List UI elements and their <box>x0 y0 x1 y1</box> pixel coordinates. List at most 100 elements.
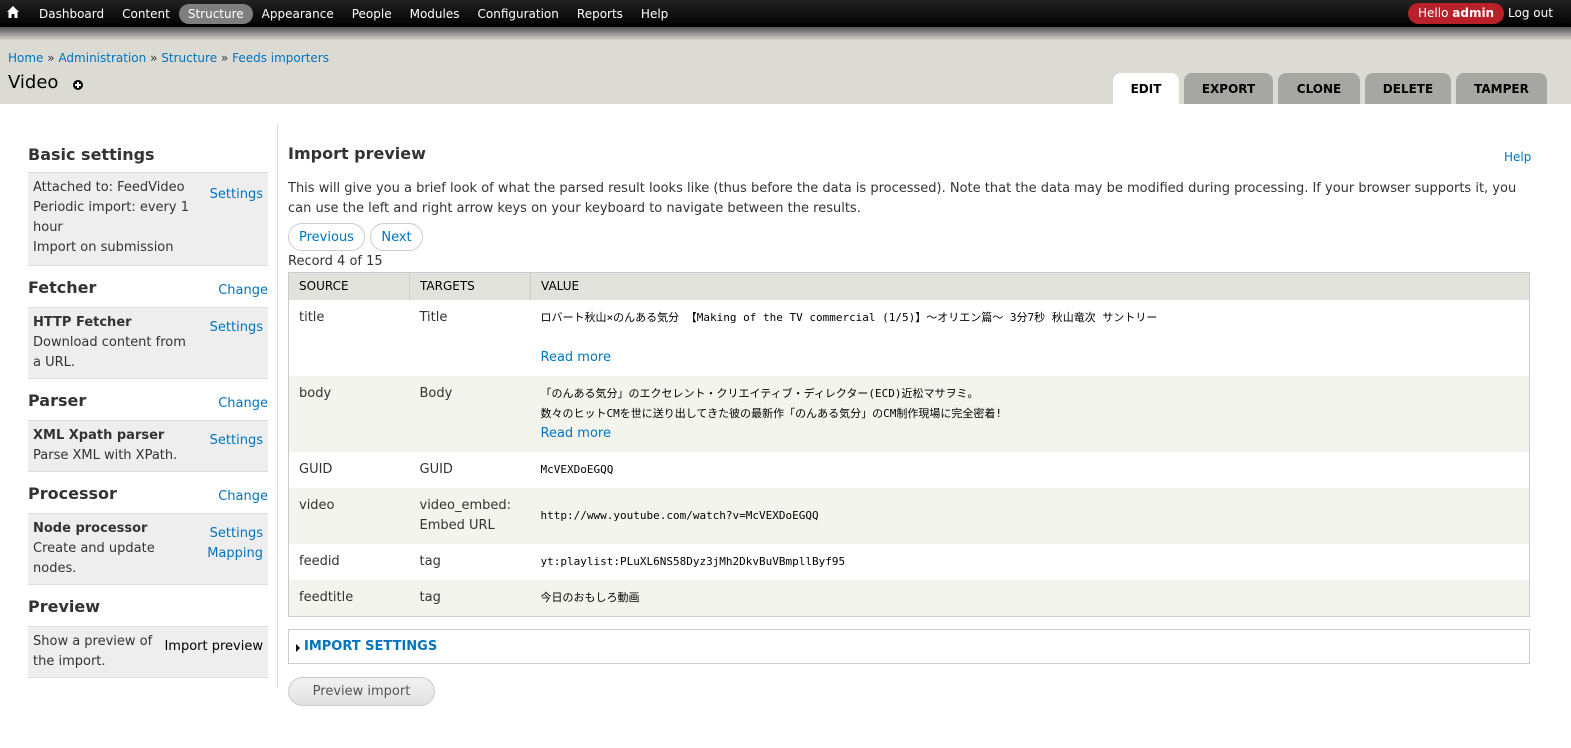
import-preview-link[interactable]: Import preview <box>164 639 263 654</box>
cell-target: tag <box>409 579 531 616</box>
menu-item-appearance[interactable]: Appearance <box>253 4 343 24</box>
fetcher-name: HTTP Fetcher <box>33 315 132 330</box>
processor-heading: Processor <box>28 484 117 503</box>
table-row: feedid tag yt:playlist:PLuXL6NS58Dyz3jMh… <box>288 543 1530 580</box>
menu-item-modules[interactable]: Modules <box>401 4 469 24</box>
cell-value: http://www.youtube.com/watch?v=McVEXDoEG… <box>530 487 1530 544</box>
basic-settings-heading: Basic settings <box>28 145 155 164</box>
tab-tamper[interactable]: TAMPER <box>1456 73 1547 104</box>
breadcrumb-feeds-importers[interactable]: Feeds importers <box>232 51 329 65</box>
menu-item-reports[interactable]: Reports <box>568 4 632 24</box>
menu-item-people[interactable]: People <box>343 4 401 24</box>
parser-heading: Parser <box>28 391 87 410</box>
breadcrumb-home[interactable]: Home <box>8 51 43 65</box>
fetcher-description: Download content from a URL. <box>33 335 186 370</box>
next-button[interactable]: Next <box>370 223 423 251</box>
logout-link[interactable]: Log out <box>1508 6 1553 20</box>
tab-edit[interactable]: EDIT <box>1113 73 1179 104</box>
preview-heading: Preview <box>28 597 101 616</box>
menu-item-dashboard[interactable]: Dashboard <box>30 4 113 24</box>
cell-source: video <box>288 487 410 544</box>
processor-box: Node processor Create and update nodes. … <box>28 513 268 585</box>
cell-target: Body <box>409 375 531 452</box>
cell-value: McVEXDoEGQQ <box>530 451 1530 488</box>
value-text-line2: 数々のヒットCMを世に送り出してきた彼の最新作「のんある気分」のCM制作現場に完… <box>540 406 1002 420</box>
preview-box: Show a preview of the import. Import pre… <box>28 626 268 678</box>
preview-table: SOURCE TARGETS VALUE title Title ロバート秋山×… <box>288 272 1530 617</box>
cell-target: video_embed: Embed URL <box>409 487 531 544</box>
column-header-targets: TARGETS <box>409 272 531 300</box>
menu-item-help[interactable]: Help <box>632 4 677 24</box>
page-title: Video <box>8 72 59 93</box>
toolbar-menu: Dashboard Content Structure Appearance P… <box>30 0 677 27</box>
value-text: 「のんある気分」のエクセレント・クリエイティブ・ディレクター(ECD)近松マサヲ… <box>540 386 979 400</box>
processor-name: Node processor <box>33 521 148 536</box>
cell-value: yt:playlist:PLuXL6NS58Dyz3jMh2DkvBuVBmpl… <box>530 543 1530 580</box>
basic-settings-link[interactable]: Settings <box>210 187 263 202</box>
read-more-link[interactable]: Read more <box>541 348 1520 368</box>
tab-export[interactable]: EXPORT <box>1184 73 1273 104</box>
cell-value: 今日のおもしろ動画 <box>530 579 1530 616</box>
menu-item-content[interactable]: Content <box>113 4 179 24</box>
home-icon[interactable] <box>6 5 20 21</box>
table-row: video video_embed: Embed URL http://www.… <box>288 487 1530 544</box>
column-header-value: VALUE <box>530 272 1530 300</box>
processor-description: Create and update nodes. <box>33 541 155 576</box>
column-header-source: SOURCE <box>288 272 410 300</box>
import-settings-toggle[interactable]: IMPORT SETTINGS <box>304 639 437 654</box>
hello-username: admin <box>1452 6 1495 20</box>
menu-item-configuration[interactable]: Configuration <box>469 4 568 24</box>
breadcrumb-separator: » <box>150 51 158 65</box>
sidebar-divider <box>277 124 278 688</box>
expand-triangle-icon <box>296 644 300 652</box>
fetcher-heading: Fetcher <box>28 278 97 297</box>
processor-change-link[interactable]: Change <box>218 489 268 504</box>
cell-source: feedid <box>288 543 410 580</box>
breadcrumb-administration[interactable]: Administration <box>58 51 146 65</box>
basic-settings-box: Attached to: FeedVideo Periodic import: … <box>28 172 268 266</box>
import-settings-fieldset[interactable]: IMPORT SETTINGS <box>288 629 1530 664</box>
breadcrumb-separator: » <box>47 51 55 65</box>
attached-to-text: Attached to: FeedVideo <box>33 180 185 195</box>
processor-mapping-link[interactable]: Mapping <box>207 546 263 561</box>
cell-source: GUID <box>288 451 410 488</box>
cell-value: 「のんある気分」のエクセレント・クリエイティブ・ディレクター(ECD)近松マサヲ… <box>530 375 1530 452</box>
table-row: body Body 「のんある気分」のエクセレント・クリエイティブ・ディレクター… <box>288 375 1530 452</box>
table-row: feedtitle tag 今日のおもしろ動画 <box>288 579 1530 616</box>
preview-description: Show a preview of the import. <box>33 634 153 669</box>
breadcrumb: Home » Administration » Structure » Feed… <box>8 51 329 65</box>
cell-target: tag <box>409 543 531 580</box>
fetcher-change-link[interactable]: Change <box>218 283 268 298</box>
hello-user-badge[interactable]: Hello admin <box>1408 3 1505 24</box>
import-preview-heading: Import preview <box>288 144 426 163</box>
cell-source: feedtitle <box>288 579 410 616</box>
parser-description: Parse XML with XPath. <box>33 448 178 463</box>
value-text: ロバート秋山×のんある気分 【Making of the TV commerci… <box>540 310 1158 324</box>
periodic-import-text: Periodic import: every 1 hour <box>33 200 189 235</box>
breadcrumb-separator: » <box>220 51 229 65</box>
cell-target: GUID <box>409 451 531 488</box>
table-row: title Title ロバート秋山×のんある気分 【Making of the… <box>288 299 1530 376</box>
fetcher-settings-link[interactable]: Settings <box>210 320 263 335</box>
previous-button[interactable]: Previous <box>288 223 365 251</box>
parser-settings-link[interactable]: Settings <box>210 433 263 448</box>
table-row: GUID GUID McVEXDoEGQQ <box>288 451 1530 488</box>
add-shortcut-icon[interactable] <box>73 80 83 90</box>
import-preview-description: This will give you a brief look of what … <box>288 181 1517 216</box>
toolbar-shadow <box>0 27 1571 41</box>
help-link[interactable]: Help <box>1504 150 1531 164</box>
parser-change-link[interactable]: Change <box>218 396 268 411</box>
processor-settings-link[interactable]: Settings <box>210 526 263 541</box>
menu-item-structure[interactable]: Structure <box>178 3 253 24</box>
tab-clone[interactable]: CLONE <box>1278 73 1360 104</box>
preview-import-button[interactable]: Preview import <box>288 677 435 706</box>
fetcher-box: HTTP Fetcher Download content from a URL… <box>28 307 268 379</box>
breadcrumb-structure[interactable]: Structure <box>161 51 217 65</box>
parser-box: XML Xpath parser Parse XML with XPath. S… <box>28 420 268 472</box>
record-counter: Record 4 of 15 <box>288 254 383 269</box>
read-more-link[interactable]: Read more <box>541 424 1520 444</box>
tab-delete[interactable]: DELETE <box>1365 73 1451 104</box>
cell-target: Title <box>409 299 531 376</box>
table-header-row: SOURCE TARGETS VALUE <box>288 272 1530 300</box>
cell-source: body <box>288 375 410 452</box>
